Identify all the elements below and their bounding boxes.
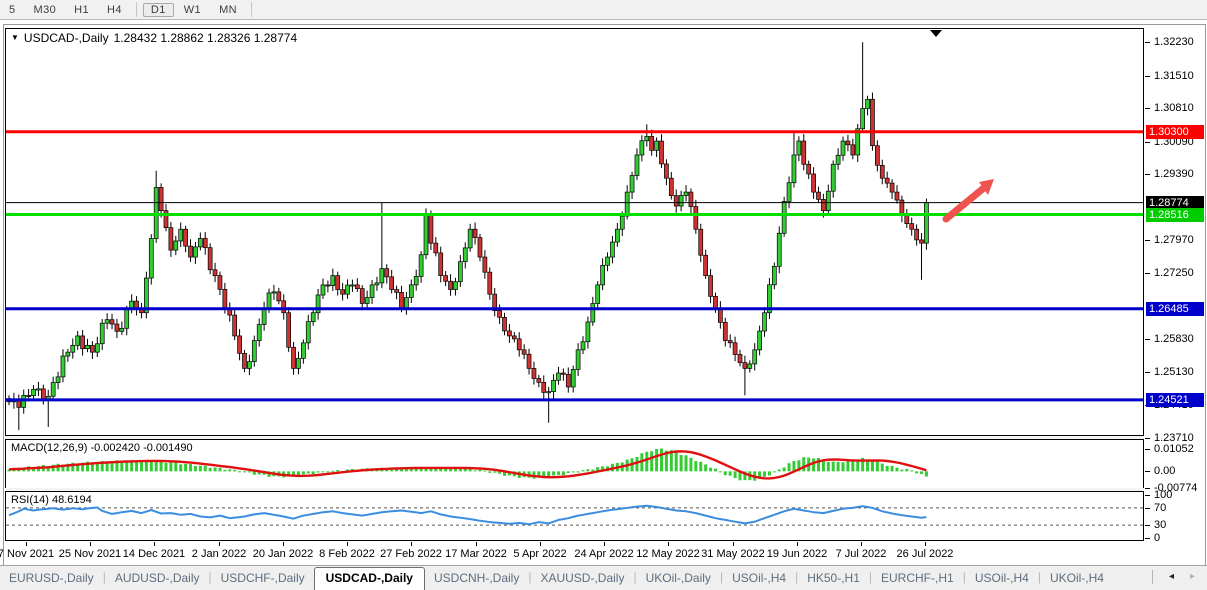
date-tick [90,542,91,546]
price-tick-label: 1.25130 [1154,366,1194,378]
price-level-badge: 1.28516 [1146,208,1204,222]
tab-ukoil-daily[interactable]: UKOil-,Daily [637,567,720,590]
date-tick [411,542,412,546]
tab-usdchf-daily[interactable]: USDCHF-,Daily [212,567,314,590]
date-tick [26,542,27,546]
tabs-nav-separator [1152,570,1153,584]
rsi-tick-label: 0 [1154,532,1160,544]
price-level-badge: 1.30300 [1146,125,1204,139]
price-tick-label: 1.27250 [1154,267,1194,279]
mt4-terminal: 5M30H1H4 D1W1MN ▼ USDCAD-,Daily 1.28432 1… [0,0,1207,590]
tab-xauusd-daily[interactable]: XAUUSD-,Daily [531,567,633,590]
axis-tick-dash [1145,525,1150,526]
tab-usdcad-daily[interactable]: USDCAD-,Daily [314,567,425,590]
tab-eurusd-daily[interactable]: EURUSD-,Daily [0,567,103,590]
price-axis[interactable]: 1.322301.315101.308101.300901.293901.279… [1145,25,1204,563]
axis-tick-dash [1145,42,1150,43]
price-tick-label: 1.32230 [1154,36,1194,48]
tab-usdcnh-daily[interactable]: USDCNH-,Daily [425,567,528,590]
chart-symbol-label: USDCAD-,Daily [24,31,109,45]
trend-arrow-annotation [946,179,994,219]
tab-audusd-daily[interactable]: AUDUSD-,Daily [106,567,209,590]
toolbar-separator [136,2,137,17]
chart-dropdown-icon[interactable]: ▼ [11,34,19,42]
macd-tick-label: 0.00 [1154,465,1175,477]
tab-hk50-h1[interactable]: HK50-,H1 [798,567,869,590]
tabs-scroll-left-icon[interactable]: ◂ [1169,572,1174,582]
date-tick [476,542,477,546]
toolbar-separator [251,2,252,17]
price-chart-canvas[interactable] [6,29,1143,435]
price-pane[interactable]: ▼ USDCAD-,Daily 1.28432 1.28862 1.28326 … [5,28,1144,436]
price-level-badge: 1.26485 [1146,302,1204,316]
date-tick [283,542,284,546]
timeframe-button-W1[interactable]: W1 [176,3,209,17]
macd-indicator-label: MACD(12,26,9) -0.002420 -0.001490 [11,442,193,454]
chart-ohlc-values: 1.28432 1.28862 1.28326 1.28774 [114,31,298,45]
price-tick-label: 1.27970 [1154,234,1194,246]
axis-tick-dash [1145,438,1150,439]
axis-tick-dash [1145,508,1150,509]
date-label: 26 Jul 2022 [885,548,965,560]
chart-title: ▼ USDCAD-,Daily 1.28432 1.28862 1.28326 … [11,31,297,45]
tabs-nav: ◂▸ [1140,570,1207,590]
timeframe-button-M30[interactable]: M30 [26,3,65,17]
axis-tick-dash [1145,142,1150,143]
timeframe-button-5[interactable]: 5 [1,3,24,17]
axis-tick-dash [1145,273,1150,274]
date-tick [604,542,605,546]
date-tick [733,542,734,546]
tab-ukoil-h4[interactable]: UKOil-,H4 [1041,567,1113,590]
timeframe-toolbar: 5M30H1H4 D1W1MN [0,0,1207,20]
price-tick-label: 1.29390 [1154,168,1194,180]
rsi-tick-label: 100 [1154,489,1172,501]
price-tick-label: 1.30810 [1154,102,1194,114]
rsi-tick-label: 70 [1154,502,1166,514]
axis-tick-dash [1145,488,1150,489]
axis-tick-dash [1145,240,1150,241]
macd-tick-label: 0.01052 [1154,443,1194,455]
date-tick [797,542,798,546]
date-tick [540,542,541,546]
rsi-tick-label: 30 [1154,519,1166,531]
rsi-indicator-label: RSI(14) 48.6194 [11,494,92,506]
axis-tick-dash [1145,339,1150,340]
tabs-scroll-right-icon[interactable]: ▸ [1190,572,1195,582]
rsi-canvas[interactable] [6,492,1143,540]
axis-tick-dash [1145,174,1150,175]
axis-tick-dash [1145,495,1150,496]
tab-usoil-h4[interactable]: USOil-,H4 [966,567,1038,590]
date-tick [861,542,862,546]
date-tick [154,542,155,546]
chart-shift-marker-icon [930,30,942,37]
price-tick-label: 1.25830 [1154,333,1194,345]
axis-tick-dash [1145,76,1150,77]
chart-window: ▼ USDCAD-,Daily 1.28432 1.28862 1.28326 … [3,24,1206,566]
axis-tick-dash [1145,471,1150,472]
axis-tick-dash [1145,449,1150,450]
date-tick [219,542,220,546]
date-tick [668,542,669,546]
price-level-badge: 1.24521 [1146,393,1204,407]
timeframe-button-MN[interactable]: MN [211,3,245,17]
timeframe-button-H4[interactable]: H4 [99,3,130,17]
axis-tick-dash [1145,372,1150,373]
tab-eurchf-h1[interactable]: EURCHF-,H1 [872,567,963,590]
price-tick-label: 1.31510 [1154,70,1194,82]
tab-usoil-h4[interactable]: USOil-,H4 [723,567,795,590]
date-tick [925,542,926,546]
date-tick [347,542,348,546]
timeframe-button-D1[interactable]: D1 [143,3,174,17]
price-tick-label: 1.23710 [1154,432,1194,444]
chart-tabs-bar: EURUSD-,Daily|AUDUSD-,Daily|USDCHF-,Dail… [0,565,1207,590]
rsi-pane[interactable]: RSI(14) 48.6194 [5,491,1144,541]
axis-tick-dash [1145,108,1150,109]
timeframe-button-H1[interactable]: H1 [66,3,97,17]
axis-tick-dash [1145,538,1150,539]
time-axis[interactable]: 7 Nov 202125 Nov 202114 Dec 20212 Jan 20… [5,542,1144,563]
macd-pane[interactable]: MACD(12,26,9) -0.002420 -0.001490 [5,439,1144,489]
